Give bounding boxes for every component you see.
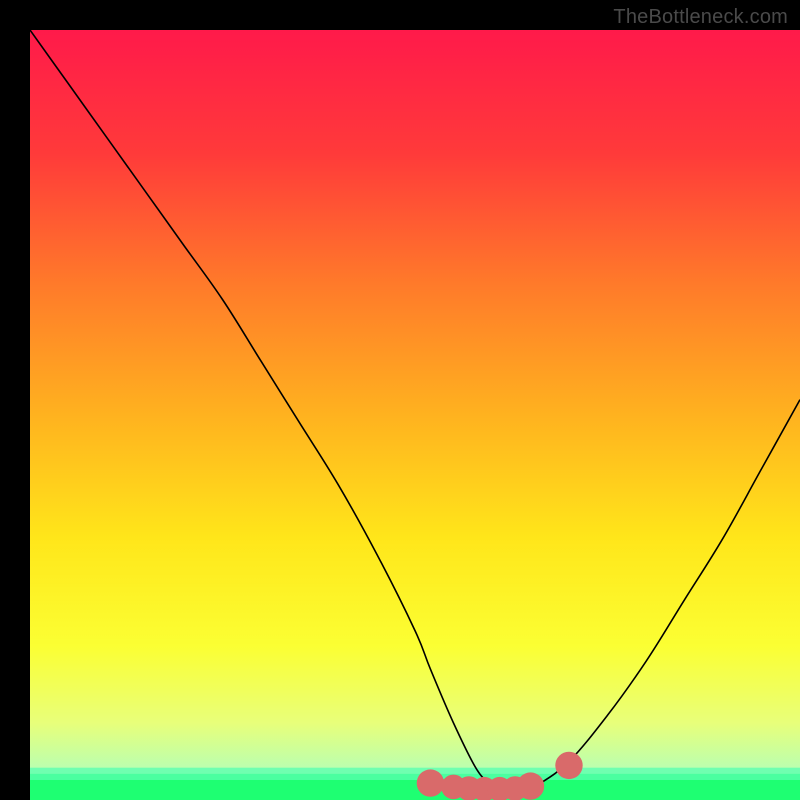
outlier-marker <box>555 752 582 779</box>
flat-region-right-cap <box>517 772 544 799</box>
plot-area <box>30 30 800 800</box>
flat-region-left-cap <box>417 769 444 796</box>
chart-svg <box>30 30 800 800</box>
green-bands <box>30 768 800 800</box>
gradient-background <box>30 30 800 800</box>
watermark-text: TheBottleneck.com <box>613 6 788 29</box>
